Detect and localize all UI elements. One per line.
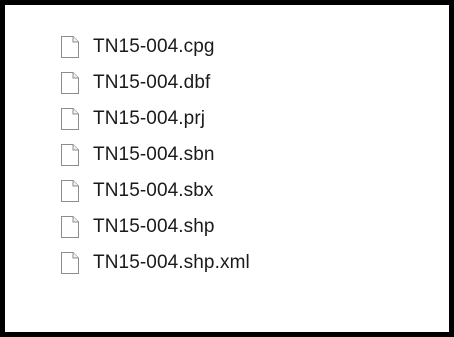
file-item-shp[interactable]: TN15-004.shp [61,209,250,245]
file-name: TN15-004.shp [93,216,215,237]
file-name: TN15-004.dbf [93,72,211,93]
generic-file-icon [61,180,79,202]
generic-file-icon [61,36,79,58]
generic-file-icon [61,108,79,130]
file-item-dbf[interactable]: TN15-004.dbf [61,65,250,101]
file-item-sbx[interactable]: TN15-004.sbx [61,173,250,209]
file-name: TN15-004.prj [93,108,206,129]
generic-file-icon [61,216,79,238]
file-item-cpg[interactable]: TN15-004.cpg [61,29,250,65]
file-name: TN15-004.sbx [93,180,214,201]
generic-file-icon [61,72,79,94]
file-item-prj[interactable]: TN15-004.prj [61,101,250,137]
file-list: TN15-004.cpg TN15-004.dbf TN15-004.prj T… [61,29,250,281]
generic-file-icon [61,252,79,274]
file-name: TN15-004.sbn [93,144,215,165]
file-name: TN15-004.cpg [93,36,215,57]
file-item-shp-xml[interactable]: TN15-004.shp.xml [61,245,250,281]
file-list-frame: TN15-004.cpg TN15-004.dbf TN15-004.prj T… [0,0,454,337]
file-name: TN15-004.shp.xml [93,252,250,273]
file-item-sbn[interactable]: TN15-004.sbn [61,137,250,173]
generic-file-icon [61,144,79,166]
